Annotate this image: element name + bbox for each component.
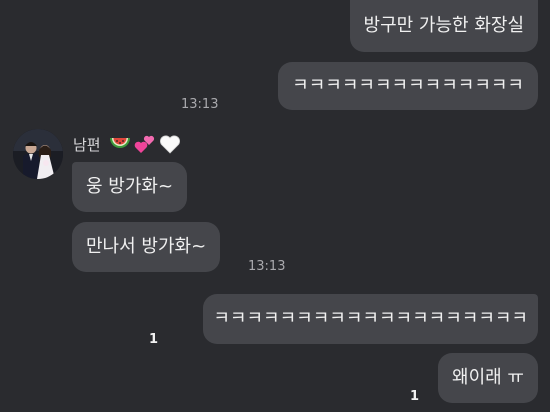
message-bubble-outgoing[interactable]: ㅋㅋㅋㅋㅋㅋㅋㅋㅋㅋㅋㅋㅋㅋㅋㅋㅋㅋㅋ [203, 294, 538, 344]
watermelon-icon [109, 136, 131, 152]
message-bubble-outgoing[interactable]: 왜이래 ㅠ [438, 353, 538, 403]
unread-count: 1 [149, 332, 159, 347]
message-text: ㅋㅋㅋㅋㅋㅋㅋㅋㅋㅋㅋㅋㅋㅋ [292, 75, 524, 96]
unread-count: 1 [410, 389, 420, 404]
message-text: 만나서 방가화~ [86, 236, 207, 257]
message-text: 웅 방가화~ [86, 176, 174, 197]
message-bubble-outgoing[interactable]: 방구만 가능한 화장실 [349, 0, 538, 52]
message-bubble-incoming[interactable]: 만나서 방가화~ [72, 222, 221, 272]
message-text: 왜이래 ㅠ [452, 367, 524, 388]
message-bubble-incoming[interactable]: 웅 방가화~ [72, 162, 188, 212]
white-heart-icon [159, 134, 181, 154]
message-timestamp: 13:13 [181, 97, 219, 112]
message-text: 방구만 가능한 화장실 [363, 15, 524, 36]
sender-name: 남편 [73, 135, 101, 154]
message-text: ㅋㅋㅋㅋㅋㅋㅋㅋㅋㅋㅋㅋㅋㅋㅋㅋㅋㅋㅋ [213, 308, 528, 329]
message-bubble-outgoing[interactable]: ㅋㅋㅋㅋㅋㅋㅋㅋㅋㅋㅋㅋㅋㅋ [278, 62, 538, 110]
message-timestamp: 13:13 [248, 259, 286, 274]
sender-avatar[interactable] [13, 129, 63, 179]
avatar-photo-icon [13, 129, 63, 179]
two-hearts-icon [134, 134, 156, 154]
sender-name-row: 남편 [73, 131, 181, 157]
